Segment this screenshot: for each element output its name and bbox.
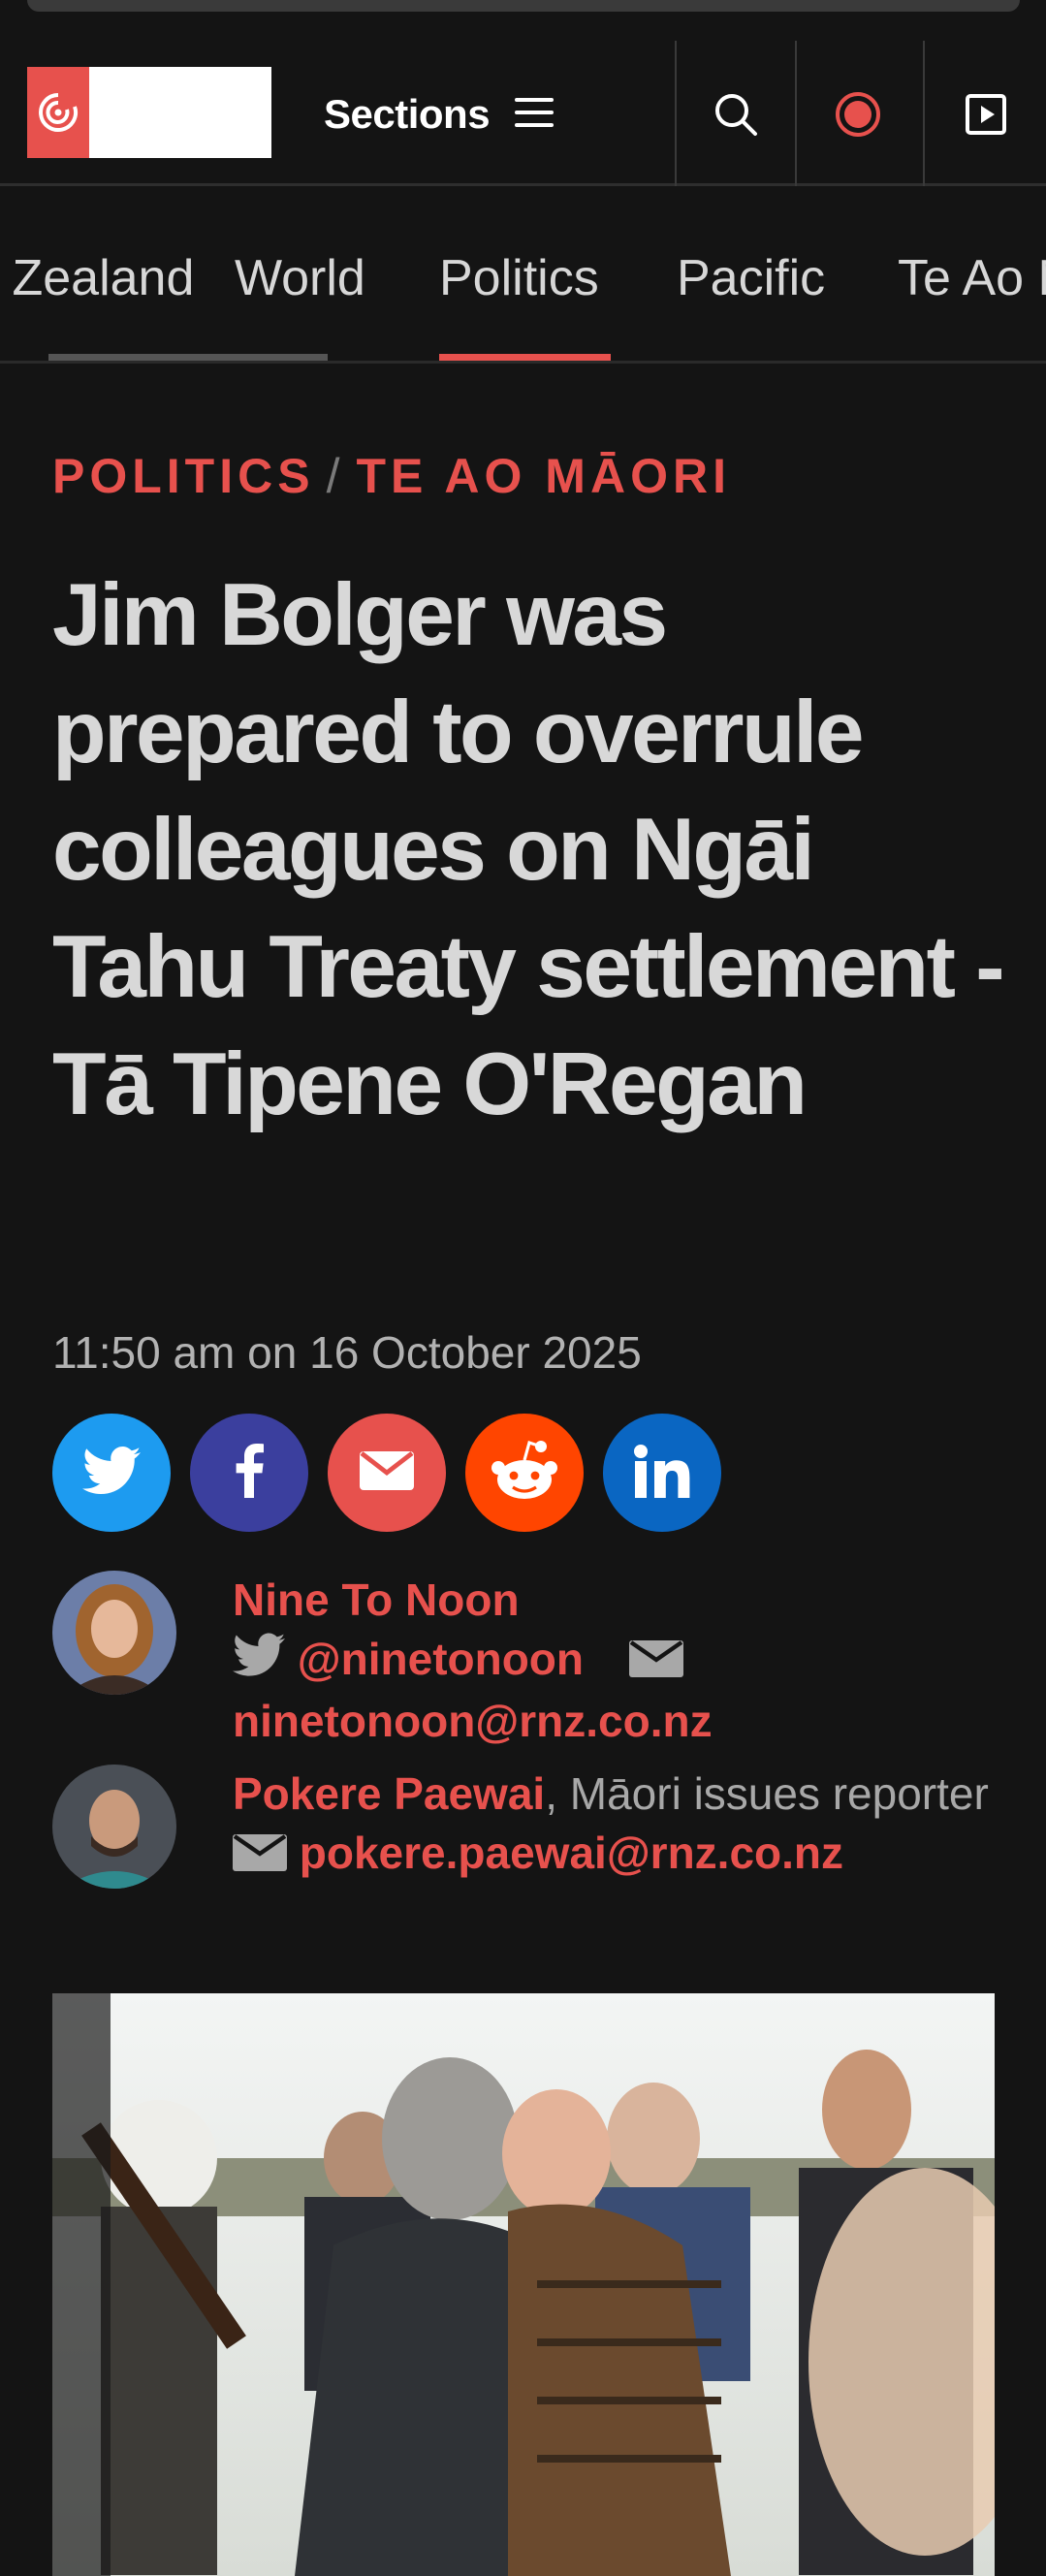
- author-name-link[interactable]: Pokere Paewai: [233, 1768, 545, 1819]
- search-icon: [713, 91, 759, 143]
- record-icon: [834, 90, 882, 143]
- twitter-icon: [233, 1633, 285, 1692]
- browser-top-strip: [27, 0, 1020, 12]
- section-nav: New Zealand World Politics Pacific Te Ao…: [0, 189, 1046, 364]
- rnz-logo[interactable]: [27, 67, 271, 158]
- play-button[interactable]: [959, 89, 1013, 143]
- email-icon: [233, 1827, 287, 1886]
- tab-politics[interactable]: Politics: [439, 249, 599, 307]
- twitter-icon: [82, 1446, 141, 1501]
- author-email-link[interactable]: pokere.paewai@rnz.co.nz: [300, 1828, 843, 1878]
- rnz-logo-mark-icon: [27, 67, 89, 158]
- kicker-te-ao-maori-link[interactable]: TE AO MĀORI: [356, 449, 730, 503]
- article-photo: [52, 1993, 995, 2576]
- article-headline: Jim Bolger was prepared to overrule coll…: [52, 566, 1005, 1133]
- header-divider: [675, 41, 677, 186]
- email-icon: [628, 1633, 683, 1692]
- tab-te-ao-maori[interactable]: Te Ao Māori: [898, 249, 1046, 307]
- reddit-icon: [489, 1439, 560, 1508]
- kicker-separator: /: [326, 449, 345, 503]
- sections-label: Sections: [324, 91, 491, 137]
- share-facebook-button[interactable]: [190, 1414, 308, 1532]
- tab-pacific[interactable]: Pacific: [677, 249, 825, 307]
- article-kicker: POLITICS / TE AO MĀORI: [52, 448, 731, 504]
- share-reddit-button[interactable]: [465, 1414, 584, 1532]
- header-divider: [795, 41, 797, 186]
- site-header: Sections: [0, 12, 1046, 186]
- article-dateline: 11:50 am on 16 October 2025: [52, 1327, 642, 1378]
- author-name-link[interactable]: Nine To Noon: [233, 1574, 520, 1625]
- tab-world[interactable]: World: [235, 249, 365, 307]
- share-linkedin-button[interactable]: [603, 1414, 721, 1532]
- author-email-link[interactable]: ninetonoon@rnz.co.nz: [233, 1696, 713, 1746]
- sections-menu-button[interactable]: Sections: [324, 87, 555, 142]
- play-icon: [965, 93, 1007, 141]
- share-email-button[interactable]: [328, 1414, 446, 1532]
- tab-new-zealand[interactable]: New Zealand: [0, 249, 194, 307]
- author-info: Pokere Paewai, Māori issues reporter pok…: [233, 1765, 1028, 1886]
- facebook-icon: [235, 1443, 264, 1503]
- search-button[interactable]: [709, 89, 763, 143]
- author-info: Nine To Noon @ninetonoon ninetonoon@rnz.…: [233, 1571, 1028, 1751]
- tab-scroll-indicator: [48, 354, 328, 361]
- author-role: , Māori issues reporter: [545, 1768, 989, 1819]
- email-icon: [360, 1450, 414, 1495]
- hamburger-icon: [515, 96, 555, 134]
- author-twitter-link[interactable]: @ninetonoon: [298, 1634, 584, 1684]
- share-twitter-button[interactable]: [52, 1414, 171, 1532]
- linkedin-icon: [633, 1444, 691, 1503]
- avatar: [52, 1765, 176, 1889]
- live-radio-button[interactable]: [831, 89, 885, 143]
- avatar: [52, 1571, 176, 1695]
- kicker-politics-link[interactable]: POLITICS: [52, 449, 315, 503]
- tab-politics-active-underline: [439, 354, 611, 361]
- header-divider: [923, 41, 925, 186]
